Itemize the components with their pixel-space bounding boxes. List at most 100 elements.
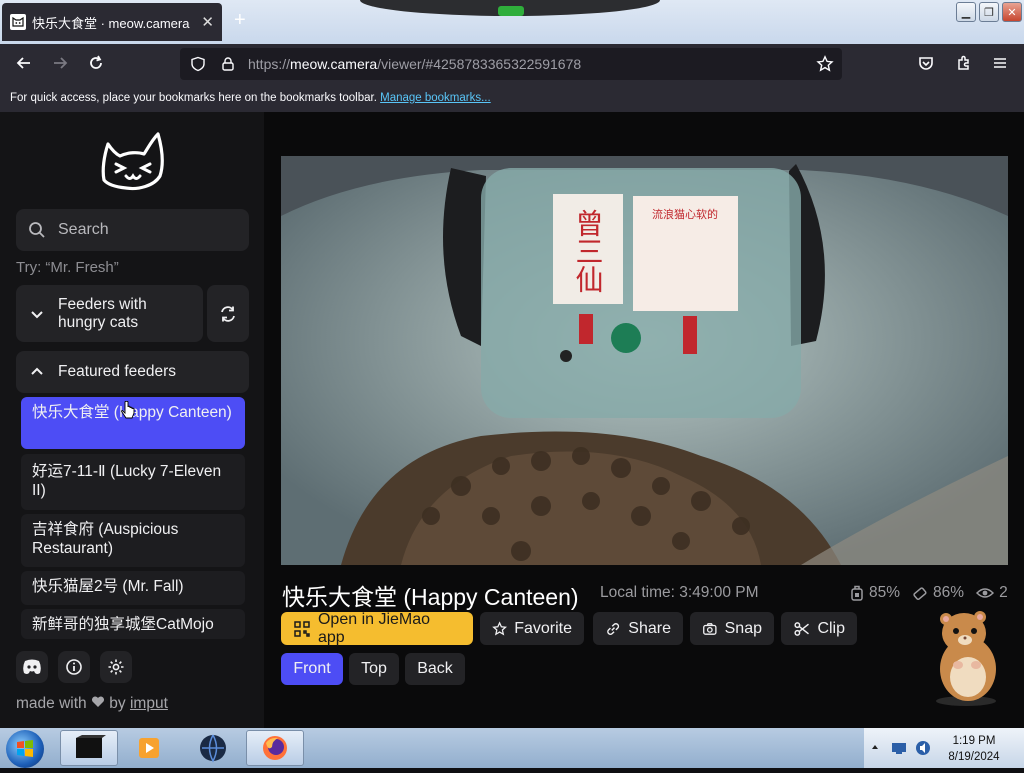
firefox-icon [263,736,287,760]
globe-icon [200,734,226,763]
url-path: /viewer/#4258783365322591678 [377,56,582,72]
page-content: Try: “Mr. Fresh” Feeders with hungry cat… [0,112,1024,728]
settings-button[interactable] [100,651,132,683]
search-icon [29,222,45,238]
clock-time: 1:19 PM [952,735,996,747]
scissors-icon [794,621,809,636]
extensions-icon[interactable] [953,54,975,76]
snap-button[interactable]: Snap [690,612,774,645]
discord-button[interactable] [16,651,48,683]
chevron-down-icon [31,310,43,318]
new-tab-button[interactable]: + [234,9,246,32]
search-input[interactable] [56,220,240,240]
food-bowl-icon [851,585,863,601]
refresh-icon [221,305,235,322]
view-back-label: Back [417,660,453,677]
camera-frame-image: 曾三仙 流浪猫心软的 [281,156,1008,565]
minimize-button[interactable]: ▁ [956,2,976,22]
search-box[interactable] [16,209,249,251]
feeder-item-mr-fall[interactable]: 快乐猫屋2号 (Mr. Fall) [21,571,245,605]
poster-left-text: 曾三仙 [572,209,605,293]
feeder-stats: 85% 86% 2 [850,584,1008,602]
feeder-item-auspicious-restaurant[interactable]: 吉祥食府 (Auspicious Restaurant) [21,514,245,567]
link-icon [607,622,620,635]
bookmark-star-icon[interactable] [816,55,834,73]
black-window-icon [76,735,106,758]
window-notch [360,0,660,16]
media-player-icon [139,738,159,758]
close-window-button[interactable]: ✕ [1002,2,1022,22]
by-text: by [109,695,126,712]
food-level-value: 85% [869,584,901,601]
meow-camera-logo[interactable] [98,130,168,192]
feeder-label: 快乐猫屋2号 (Mr. Fall) [32,578,184,595]
feeder-label: 吉祥食府 (Auspicious Restaurant) [32,521,179,557]
open-jiemao-label: Open in JieMao app [317,610,431,646]
search-hint: Try: “Mr. Fresh” [16,259,119,276]
battery-value: 86% [933,584,965,601]
bookmarks-hint: For quick access, place your bookmarks h… [10,92,377,104]
viewers-value: 2 [999,584,1008,601]
refresh-button[interactable] [207,285,249,342]
share-label: Share [628,619,671,637]
view-top-button[interactable]: Top [349,653,399,685]
snap-label: Snap [724,619,762,637]
chevron-up-icon [31,367,43,375]
battery-icon [913,587,927,601]
taskbar-app-window[interactable] [60,730,118,766]
view-front-label: Front [293,660,331,677]
clock-date: 8/19/2024 [948,751,1000,763]
feeder-label: 新鲜哥的独享城堡CatMojo [32,616,214,633]
feeder-item-catmojo[interactable]: 新鲜哥的独享城堡CatMojo [21,609,245,639]
feeder-label: 好运7-11-Ⅱ (Lucky 7-Eleven II) [32,463,222,499]
info-icon [66,659,82,675]
forward-arrow-icon[interactable] [49,54,71,76]
hamster-mascot-image [936,611,996,706]
favorite-button[interactable]: Favorite [480,612,584,645]
view-front-button[interactable]: Front [281,653,343,685]
back-arrow-icon[interactable] [13,54,35,76]
tray-expand-icon[interactable] [870,742,880,752]
camera-icon [703,622,717,635]
feeder-title: 快乐大食堂 (Happy Canteen) [282,584,579,610]
clip-button[interactable]: Clip [781,612,857,645]
browser-titlebar: 快乐大食堂 · meow.camera ✕ + ▁ ❐ ✕ [0,0,1024,44]
network-icon[interactable] [890,740,908,756]
taskbar-app-firefox[interactable] [246,730,304,766]
food-level-stat: 85% [850,584,900,602]
camera-feed[interactable]: 曾三仙 流浪猫心软的 [281,156,1008,565]
windows-logo-icon [17,740,33,757]
taskbar-app-globe[interactable] [184,730,242,766]
qr-code-icon [294,620,310,637]
star-icon [492,620,508,636]
tracking-shield-icon[interactable] [190,56,206,72]
browser-tab-active[interactable]: 快乐大食堂 · meow.camera ✕ [2,3,222,41]
mouse-cursor-hand-icon [121,401,135,419]
battery-stat: 86% [912,584,964,602]
restore-button[interactable]: ❐ [979,2,999,22]
open-jiemao-button[interactable]: Open in JieMao app [281,610,473,646]
tab-close-icon[interactable]: ✕ [201,13,214,31]
imput-link[interactable]: imput [130,695,168,712]
favorite-label: Favorite [514,619,572,637]
hungry-cats-section-toggle[interactable]: Feeders with hungry cats [16,285,203,342]
lock-icon[interactable] [220,56,236,72]
reload-icon[interactable] [85,54,107,76]
view-back-button[interactable]: Back [405,653,465,685]
feeder-item-lucky-7-eleven[interactable]: 好运7-11-Ⅱ (Lucky 7-Eleven II) [21,454,245,510]
start-button[interactable] [6,730,44,768]
share-button[interactable]: Share [593,612,683,645]
info-button[interactable] [58,651,90,683]
status-led [498,6,524,16]
manage-bookmarks-link[interactable]: Manage bookmarks... [380,92,491,104]
sidebar: Try: “Mr. Fresh” Feeders with hungry cat… [0,112,264,728]
featured-section-toggle[interactable]: Featured feeders [16,351,249,393]
taskbar-clock[interactable]: 1:19 PM 8/19/2024 [930,733,1018,765]
view-top-label: Top [361,660,387,677]
made-with-text: made with [16,695,87,712]
taskbar-app-media-player[interactable] [120,730,178,766]
url-bar[interactable]: https://meow.camera/viewer/#425878336532… [180,48,842,80]
url-text: https://meow.camera/viewer/#425878336532… [248,56,581,72]
pocket-icon[interactable] [915,54,937,76]
menu-hamburger-icon[interactable] [989,54,1011,76]
